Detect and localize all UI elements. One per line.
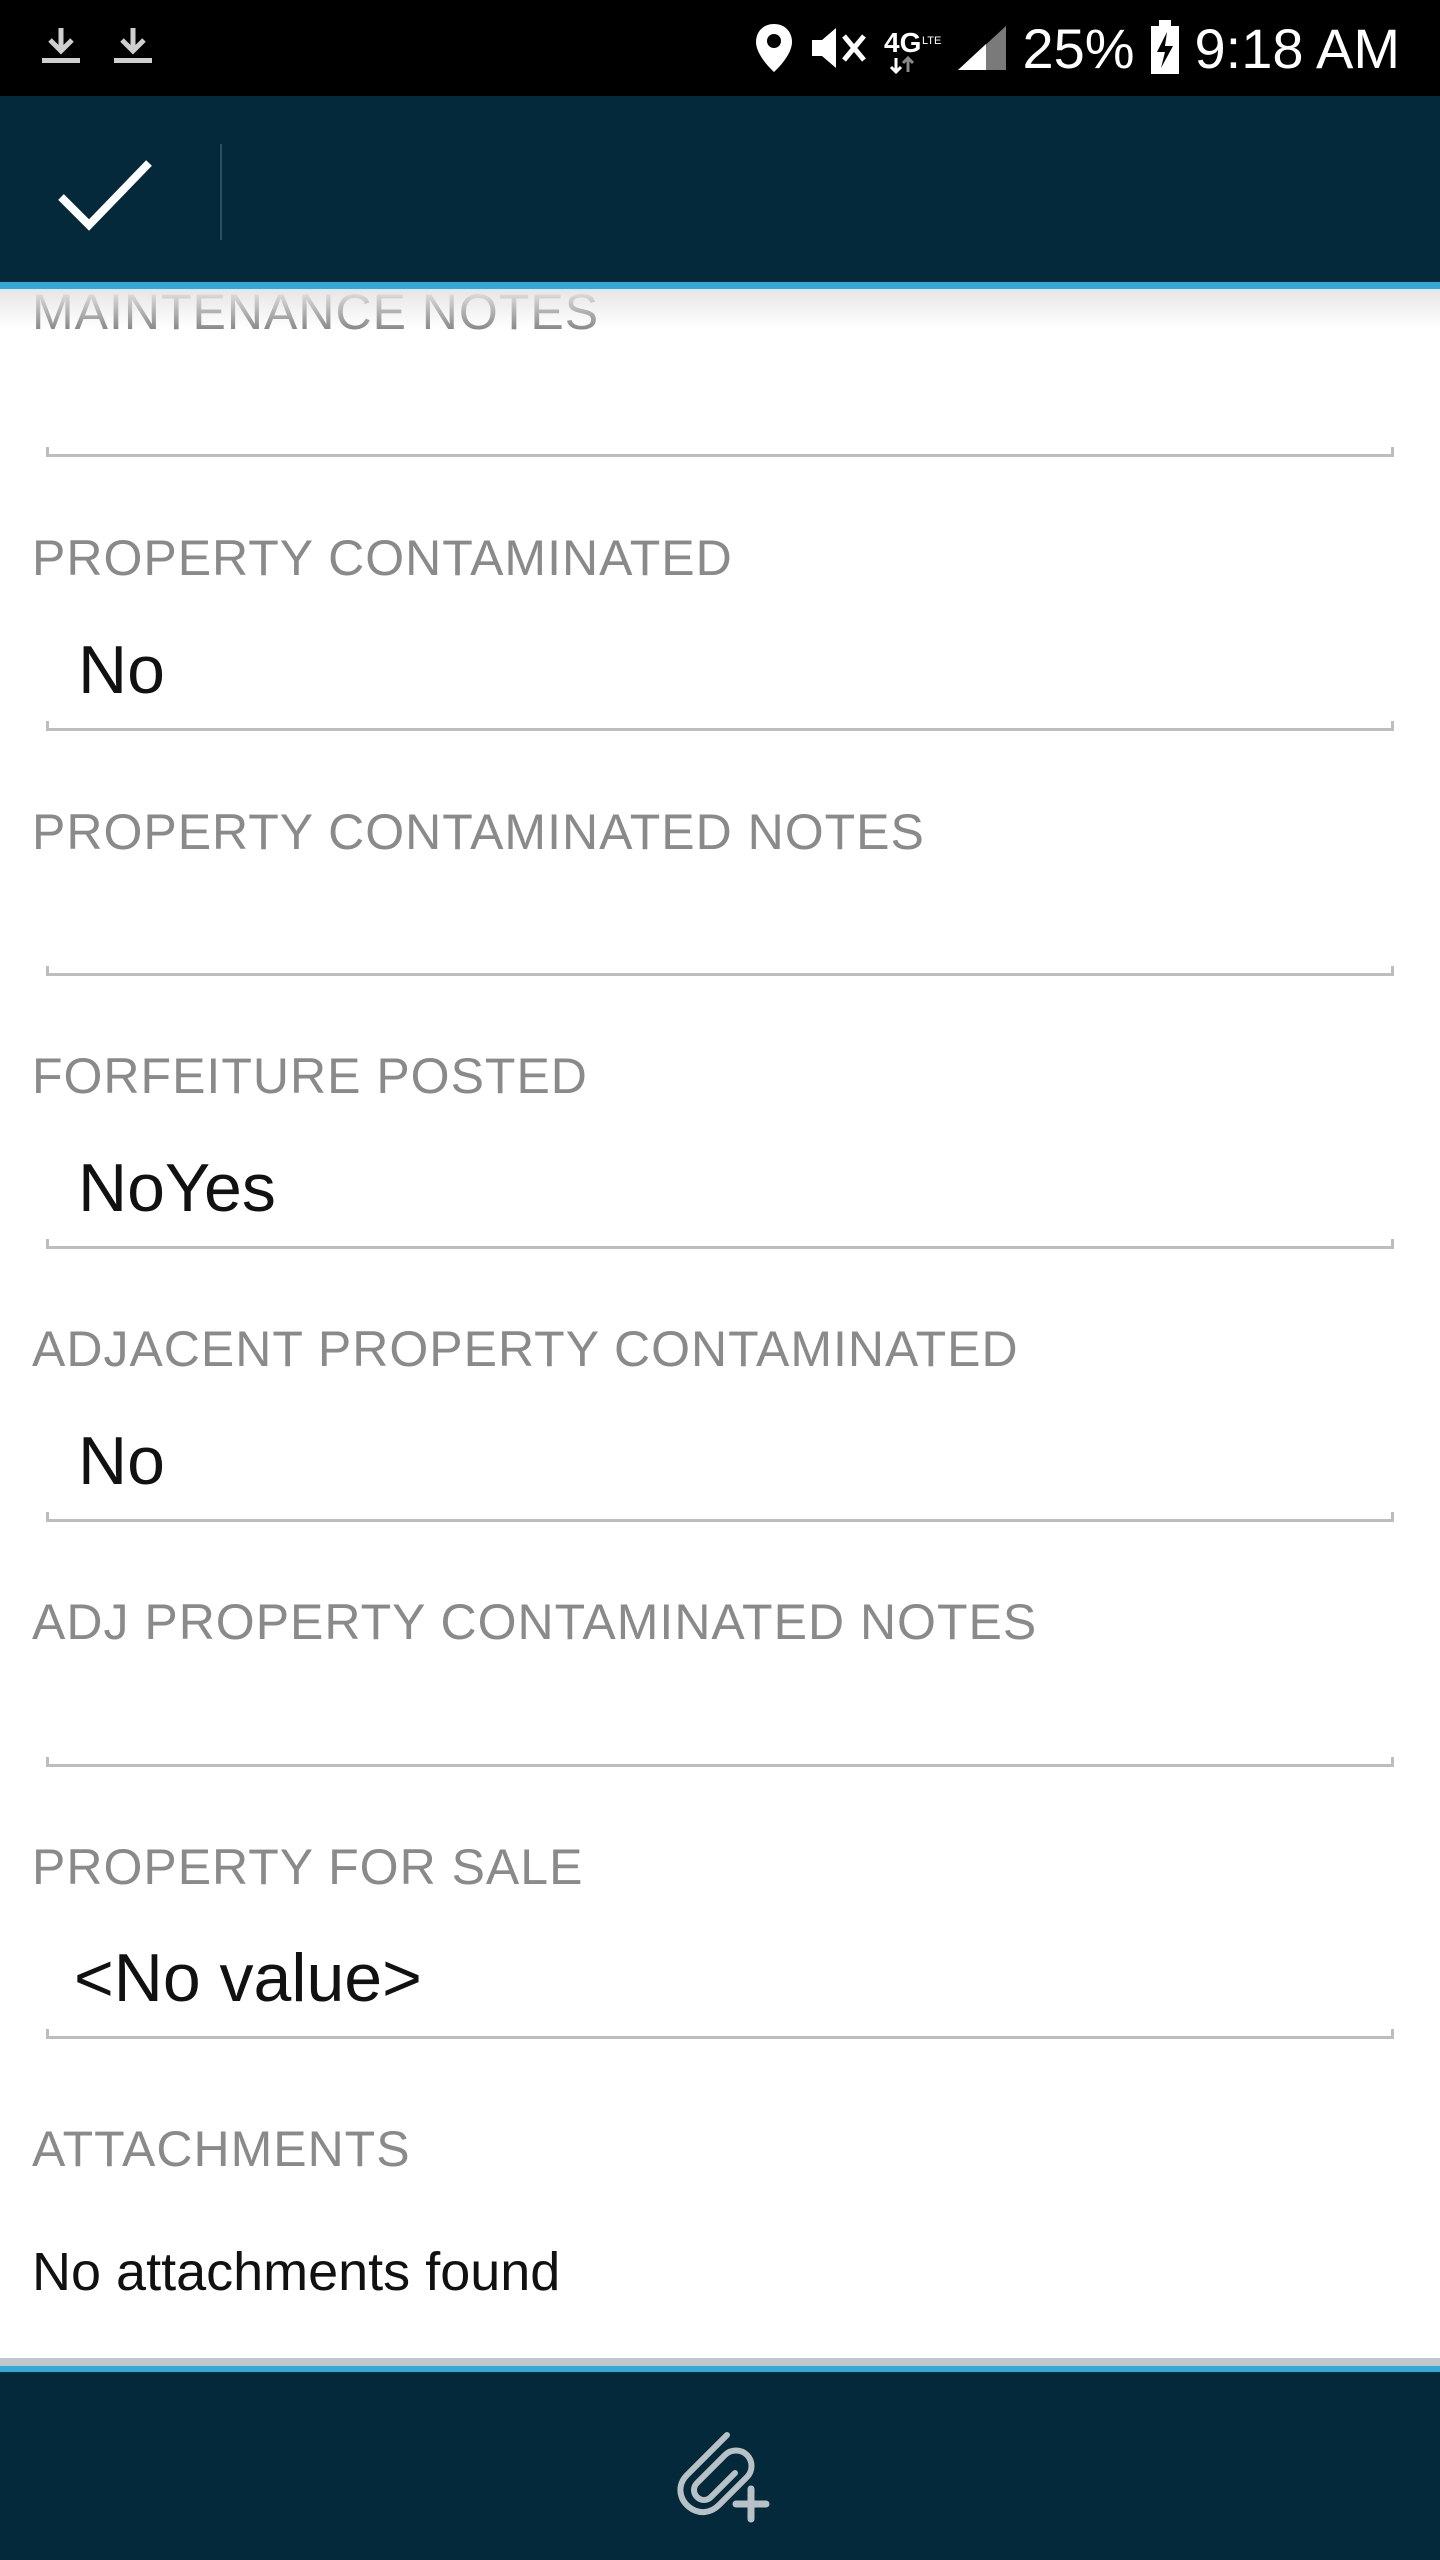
forfeiture-posted-value: NoYes xyxy=(78,1150,276,1226)
adjacent-property-contaminated-label: ADJACENT PROPERTY CONTAMINATED xyxy=(32,1321,1019,1377)
download-icon xyxy=(42,28,80,63)
paperclip-add-icon xyxy=(677,2432,770,2523)
maintenance-notes-field[interactable] xyxy=(46,447,1394,457)
signal-icon xyxy=(958,26,1007,70)
forfeiture-posted-label: FORFEITURE POSTED xyxy=(32,1048,588,1104)
vibrate-mute-icon xyxy=(812,28,867,68)
adjacent-property-contaminated-value: No xyxy=(78,1423,165,1499)
forfeiture-posted-field[interactable] xyxy=(46,1239,1394,1249)
bottom-separator xyxy=(0,2358,1440,2366)
action-bar-divider xyxy=(220,144,222,240)
property-for-sale-value: <No value> xyxy=(74,1940,422,2016)
adjacent-property-contaminated-field[interactable] xyxy=(46,1512,1394,1522)
battery-charging-icon xyxy=(1150,20,1179,74)
svg-text:LTE: LTE xyxy=(922,35,941,47)
battery-percent: 25% xyxy=(1022,16,1135,80)
top-action-bar xyxy=(0,96,1440,282)
property-contaminated-field[interactable] xyxy=(46,721,1394,731)
property-contaminated-label: PROPERTY CONTAMINATED xyxy=(32,530,733,586)
form-scroll-area[interactable]: MAINTENANCE NOTES PROPERTY CONTAMINATED … xyxy=(0,289,1440,2359)
maintenance-notes-label: MAINTENANCE NOTES xyxy=(32,289,600,340)
status-bar: 4G LTE 25% 9:18 AM xyxy=(0,0,1440,96)
save-button[interactable] xyxy=(20,120,190,270)
download-icon xyxy=(114,28,152,63)
network-type-icon: 4G LTE xyxy=(884,27,942,74)
property-contaminated-notes-label: PROPERTY CONTAMINATED NOTES xyxy=(32,804,925,860)
adj-property-contaminated-notes-label: ADJ PROPERTY CONTAMINATED NOTES xyxy=(32,1594,1038,1650)
action-bar-accent-line xyxy=(0,282,1440,289)
add-attachment-button[interactable] xyxy=(650,2400,790,2540)
property-for-sale-label: PROPERTY FOR SALE xyxy=(32,1839,584,1895)
property-contaminated-value: No xyxy=(78,632,165,708)
location-icon xyxy=(756,24,793,72)
attachments-empty-text: No attachments found xyxy=(32,2242,561,2302)
property-for-sale-field[interactable] xyxy=(46,2029,1394,2039)
adj-property-contaminated-notes-field[interactable] xyxy=(46,1757,1394,1767)
checkmark-icon xyxy=(58,160,152,231)
attachments-label: ATTACHMENTS xyxy=(32,2121,411,2177)
clock: 9:18 AM xyxy=(1194,16,1400,80)
property-contaminated-notes-field[interactable] xyxy=(46,966,1394,976)
svg-text:4G: 4G xyxy=(884,27,921,58)
